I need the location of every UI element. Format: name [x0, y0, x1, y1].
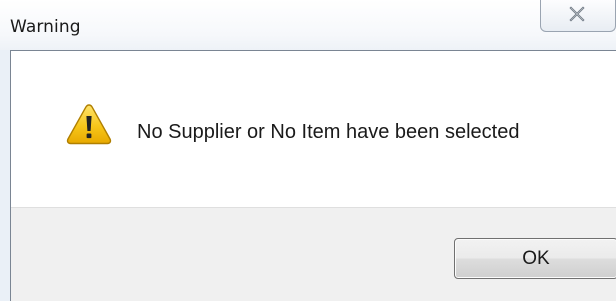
dialog-title: Warning	[10, 17, 81, 37]
message-panel: No Supplier or No Item have been selecte…	[11, 51, 616, 208]
warning-dialog: Warning No Supplier or No Item have been…	[0, 0, 616, 301]
warning-message: No Supplier or No Item have been selecte…	[137, 121, 520, 143]
title-bar[interactable]: Warning	[0, 0, 616, 50]
ok-button[interactable]: OK	[454, 238, 616, 279]
close-button[interactable]	[540, 0, 616, 32]
close-icon	[569, 6, 585, 22]
warning-icon	[66, 104, 112, 145]
dialog-client-area: No Supplier or No Item have been selecte…	[10, 50, 616, 301]
